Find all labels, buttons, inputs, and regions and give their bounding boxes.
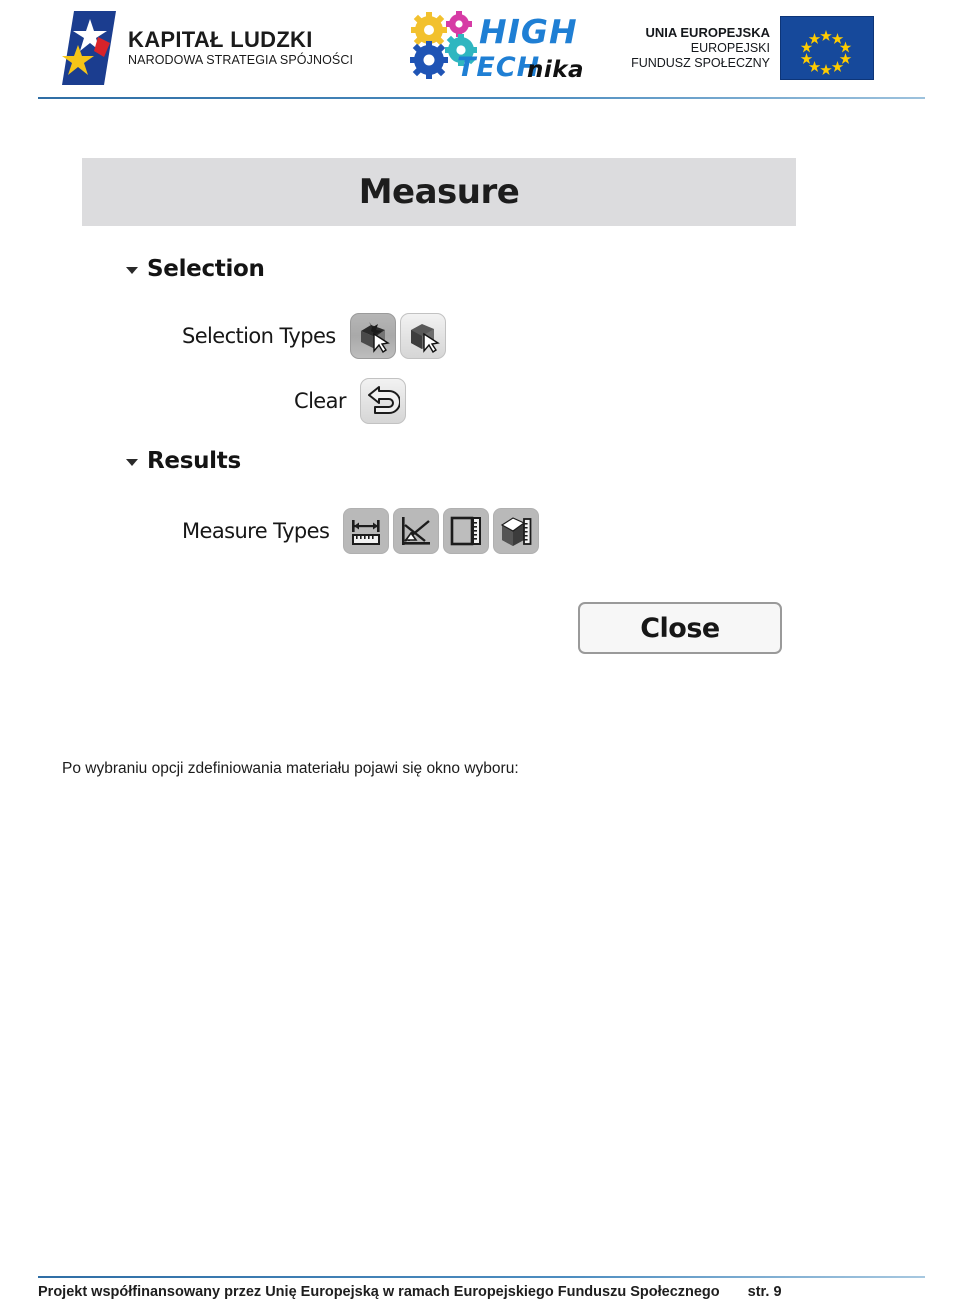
select-body-cube-icon[interactable] [399, 313, 446, 359]
group-header-results[interactable]: Results [126, 448, 241, 474]
kapital-ludzki-logo: KAPITAŁ LUDZKI NARODOWA STRATEGIA SPÓJNO… [60, 7, 353, 89]
selection-types-buttons [349, 313, 446, 359]
kapital-ludzki-subtitle: NARODOWA STRATEGIA SPÓJNOŚCI [128, 53, 354, 68]
distance-ruler-icon[interactable] [343, 508, 390, 554]
page-footer: Projekt współfinansowany przez Unię Euro… [38, 1284, 925, 1300]
high-technika-logo: HIGH TECH nika [399, 10, 595, 86]
undo-arrow-icon[interactable] [359, 378, 406, 424]
european-union-logo: UNIA EUROPEJSKA EUROPEJSKI FUNDUSZ SPOŁE… [631, 16, 874, 80]
label-clear: Clear [294, 389, 347, 413]
label-measure-types: Measure Types [182, 519, 330, 543]
close-button[interactable]: Close [578, 602, 782, 654]
measure-panel-titlebar: Measure [82, 158, 796, 226]
eu-flag-icon [779, 16, 874, 80]
footer-page-number: str. 9 [747, 1284, 782, 1300]
eu-line-3: FUNDUSZ SPOŁECZNY [631, 55, 770, 70]
star-flag-icon [60, 7, 118, 89]
page-header: KAPITAŁ LUDZKI NARODOWA STRATEGIA SPÓJNO… [0, 0, 960, 100]
eu-line-1: UNIA EUROPEJSKA [645, 24, 770, 40]
row-clear: Clear [294, 378, 406, 424]
footer-divider [38, 1276, 925, 1278]
volume-measure-icon[interactable] [493, 508, 540, 554]
row-selection-types: Selection Types [182, 313, 446, 359]
row-measure-types: Measure Types [182, 508, 540, 554]
measure-types-buttons [343, 508, 540, 554]
triangle-down-icon[interactable] [126, 267, 138, 274]
footer-text: Projekt współfinansowany przez Unię Euro… [38, 1284, 720, 1300]
label-selection-types: Selection Types [182, 324, 336, 348]
close-button-label: Close [640, 612, 720, 644]
eu-line-2: EUROPEJSKI [690, 40, 770, 55]
high-wordmark: HIGH [479, 12, 578, 51]
body-paragraph: Po wybraniu opcji zdefiniowania materiał… [62, 760, 519, 777]
group-label-selection: Selection [147, 256, 265, 282]
group-label-results: Results [147, 448, 241, 474]
kapital-ludzki-title: KAPITAŁ LUDZKI [128, 27, 313, 53]
measure-panel-screenshot: Measure Selection Selection Types Clear … [82, 158, 796, 678]
select-face-cube-icon[interactable] [349, 313, 396, 359]
measure-panel-title: Measure [358, 172, 520, 212]
clear-buttons [359, 378, 406, 424]
area-measure-icon[interactable] [443, 508, 490, 554]
triangle-down-icon[interactable] [126, 459, 138, 466]
header-divider [38, 97, 925, 99]
angle-measure-icon[interactable] [393, 508, 440, 554]
nika-wordmark: nika [527, 57, 584, 83]
logo-strip: KAPITAŁ LUDZKI NARODOWA STRATEGIA SPÓJNO… [38, 4, 925, 92]
group-header-selection[interactable]: Selection [126, 256, 265, 282]
